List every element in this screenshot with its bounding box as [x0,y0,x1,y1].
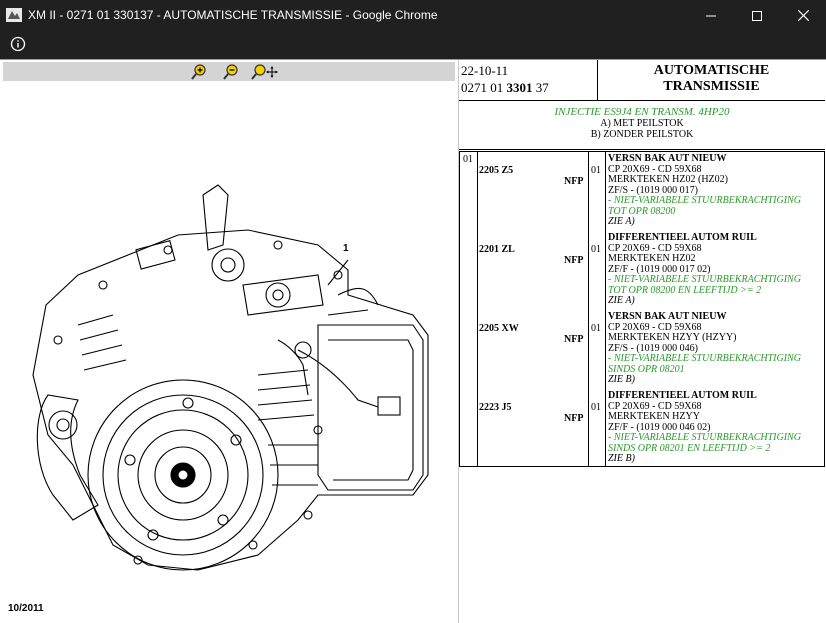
ref-bold: 3301 [506,80,533,95]
part-title: VERSN BAK AUT NIEUW [608,153,727,164]
header-reference: 0271 01 3301 37 [461,80,549,96]
part-note: - NIET-VARIABELE STUURBEKRACHTIGING [608,353,801,364]
variant-subheader: INJECTIE ES9J4 EN TRANSM. 4HP20 A) MET P… [459,101,825,150]
part-nfp: NFP [564,334,584,345]
minimize-icon [706,15,716,16]
maximize-icon [752,10,762,21]
part-nfp: NFP [564,255,584,266]
close-button[interactable] [780,0,826,31]
diagram-pane: 1 10/2011 [0,60,459,623]
part-note: SINDS OPR 08201 EN LEEFTIJD >= 2 [608,442,771,454]
part-zie: ZIE A) [608,295,635,306]
part-zie: ZIE A) [608,216,635,227]
part-description: DIFFERENTIEEL AUTOM RUIL CP 20X69 - CD 5… [608,390,824,465]
part-zie: ZIE B) [608,374,635,385]
app-icon [6,8,22,22]
header-reference-cell: 22-10-11 0271 01 3301 37 [459,60,598,100]
column-divider [588,152,589,466]
zoom-toolbar [3,62,455,81]
part-qty: 01 [591,402,601,413]
title-line-2: TRANSMISSIE [663,79,760,94]
title-line-1: AUTOMATISCHE [653,63,770,78]
part-description: DIFFERENTIEEL AUTOM RUIL CP 20X69 - CD 5… [608,232,824,307]
part-line: MERKTEKEN HZ02 [608,253,696,264]
part-title: DIFFERENTIEEL AUTOM RUIL [608,390,757,401]
part-title: DIFFERENTIEEL AUTOM RUIL [608,232,757,243]
part-qty: 01 [591,244,601,255]
page-title: AUTOMATISCHE TRANSMISSIE [598,63,825,95]
column-divider [477,152,478,466]
part-qty: 01 [591,323,601,334]
ref-prefix: 0271 01 [461,80,504,95]
address-bar [0,31,826,59]
info-icon[interactable] [10,36,26,52]
title-bar: XM II - 0271 01 330137 - AUTOMATISCHE TR… [0,0,826,31]
part-note: TOT OPR 08200 EN LEEFTIJD >= 2 [608,284,762,296]
part-description: VERSN BAK AUT NIEUW CP 20X69 - CD 59X68 … [608,311,824,386]
part-code[interactable]: 2205 XW [479,323,519,334]
parts-header: 22-10-11 0271 01 3301 37 AUTOMATISCHE TR… [459,60,825,101]
column-divider [605,152,606,466]
variant-title: INJECTIE ES9J4 EN TRANSM. 4HP20 [554,106,730,118]
window-title: XM II - 0271 01 330137 - AUTOMATISCHE TR… [28,8,438,22]
table-index: 01 [463,154,473,165]
part-nfp: NFP [564,413,584,424]
part-note: SINDS OPR 08201 [608,363,685,375]
option-b: B) ZONDER PEILSTOK [590,129,694,140]
part-title: VERSN BAK AUT NIEUW [608,311,727,322]
part-note: - NIET-VARIABELE STUURBEKRACHTIGING [608,432,801,443]
option-a: A) MET PEILSTOK [600,118,684,129]
ref-suffix: 37 [535,80,549,95]
part-note: - NIET-VARIABELE STUURBEKRACHTIGING [608,274,801,285]
minimize-button[interactable] [688,0,734,31]
part-code[interactable]: 2205 Z5 [479,165,513,176]
transmission-diagram [32,184,429,571]
zoom-in-icon[interactable] [189,63,209,81]
close-icon [797,10,809,21]
parts-pane: 22-10-11 0271 01 3301 37 AUTOMATISCHE TR… [459,60,826,623]
part-note: TOT OPR 08200 [608,205,676,217]
part-line: MERKTEKEN HZYY (HZYY) [608,332,737,343]
zoom-pan-icon[interactable] [249,63,279,81]
zoom-out-icon[interactable] [221,63,241,81]
part-code[interactable]: 2223 J5 [479,402,512,413]
part-description: VERSN BAK AUT NIEUW CP 20X69 - CD 59X68 … [608,153,824,228]
header-date: 22-10-11 [461,63,509,78]
part-zie: ZIE B) [608,453,635,464]
maximize-button[interactable] [734,0,780,31]
date-stamp: 10/2011 [8,603,44,614]
part-code[interactable]: 2201 ZL [479,244,515,255]
part-nfp: NFP [564,176,584,187]
part-line: MERKTEKEN HZ02 (HZ02) [608,174,728,185]
callout-label: 1 [343,243,349,254]
part-line: MERKTEKEN HZYY [608,411,700,422]
part-note: - NIET-VARIABELE STUURBEKRACHTIGING [608,195,801,206]
part-qty: 01 [591,165,601,176]
parts-table: 01 2205 Z5 NFP 01 VERSN BAK AUT NIEUW CP… [459,151,825,467]
